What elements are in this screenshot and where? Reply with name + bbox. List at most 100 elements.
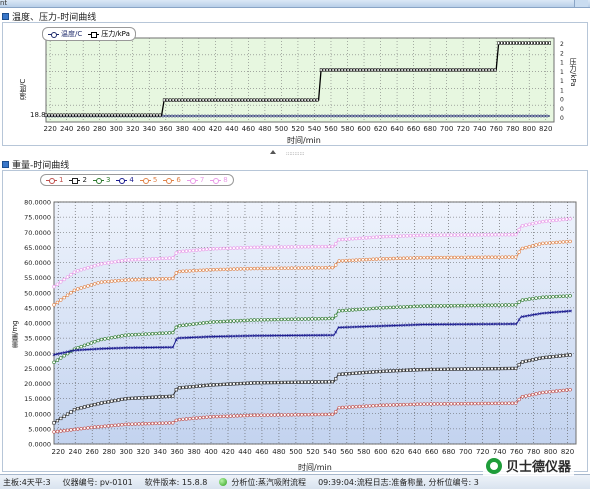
series-point-1 xyxy=(235,414,240,418)
series-point-1 xyxy=(296,413,301,417)
series-point-1 xyxy=(272,413,277,417)
series-point-5 xyxy=(150,277,155,281)
series-point-3 xyxy=(150,332,155,336)
series-point-3 xyxy=(415,304,419,309)
series-point-3 xyxy=(320,316,324,321)
series-point-5 xyxy=(541,241,545,246)
series-point-7 xyxy=(429,233,433,237)
series-point-5 xyxy=(130,278,134,282)
series-point-5 xyxy=(357,258,362,262)
series-point-7 xyxy=(520,224,525,228)
series-point-2 xyxy=(296,380,301,384)
watermark-text: 贝士德仪器 xyxy=(506,460,572,475)
series-point-2 xyxy=(161,395,165,399)
series-point-5 xyxy=(500,255,504,259)
series-point-7 xyxy=(154,257,158,261)
series-point-2 xyxy=(55,419,59,423)
legend-marker-icon xyxy=(92,177,104,184)
series-point-3 xyxy=(283,317,287,322)
bottom-chart-svg: 220 240 260 280 300 320 340 360 380 400 420 440 460 4… xyxy=(24,199,577,456)
series-point-5 xyxy=(208,268,212,272)
status-board: 主板:4天平:3 xyxy=(3,477,51,487)
bottom-legend: 1 2 3 4 5 6 7 8 xyxy=(40,174,234,186)
series-point-1 xyxy=(310,412,314,417)
series-point-3 xyxy=(442,304,447,308)
series-point-3 xyxy=(463,303,467,308)
series-point-3 xyxy=(381,306,386,310)
bottom-y-ticks: 80.0000 75.0000 70.0000 65.0000 60.0000 55.00… xyxy=(24,199,51,449)
series-point-7 xyxy=(89,265,94,269)
series-point-7 xyxy=(147,257,151,261)
series-point-5 xyxy=(174,271,178,275)
bottom-legend-item-2: 2 xyxy=(69,176,87,184)
series-point-3 xyxy=(564,294,569,298)
series-point-5 xyxy=(354,258,358,262)
series-point-1 xyxy=(388,403,392,407)
series-point-7 xyxy=(245,245,250,250)
series-point-5 xyxy=(201,268,206,272)
x-tick-label: 360 xyxy=(170,448,183,456)
series-point-5 xyxy=(527,245,532,249)
series-point-5 xyxy=(415,256,419,260)
y-tick-label: 65.0000 xyxy=(24,244,51,252)
series-point-7 xyxy=(490,233,494,237)
series-point-3 xyxy=(517,300,521,304)
series-point-1 xyxy=(242,413,246,418)
series-point-2 xyxy=(361,371,365,375)
series-point-3 xyxy=(534,296,538,300)
series-point-1 xyxy=(181,417,185,421)
series-point-5 xyxy=(469,255,474,260)
series-point-5 xyxy=(86,284,90,288)
y-tick-label: 60.0000 xyxy=(24,259,51,267)
series-point-5 xyxy=(534,243,538,247)
series-point-5 xyxy=(313,266,318,270)
series-point-7 xyxy=(446,233,450,237)
series-point-5 xyxy=(99,280,104,284)
series-point-2 xyxy=(266,381,270,385)
series-point-1 xyxy=(160,421,165,425)
series-point-2 xyxy=(459,367,464,371)
series-point-3 xyxy=(242,318,246,323)
series-point-3 xyxy=(225,319,229,323)
series-point-5 xyxy=(395,256,399,261)
series-point-2 xyxy=(290,380,294,384)
series-point-1 xyxy=(249,413,253,418)
series-point-2 xyxy=(429,367,433,372)
series-point-3 xyxy=(272,317,277,322)
series-point-2 xyxy=(402,368,406,373)
bottom-legend-item-7: 7 xyxy=(186,176,204,184)
series-point-2 xyxy=(483,367,487,371)
series-point-7 xyxy=(544,219,548,223)
series-point-5 xyxy=(89,283,94,287)
series-point-7 xyxy=(347,237,352,241)
series-point-1 xyxy=(466,401,470,406)
series-point-1 xyxy=(184,417,189,421)
series-point-5 xyxy=(439,255,443,260)
series-point-2 xyxy=(279,380,284,385)
series-point-3 xyxy=(245,318,250,322)
series-point-7 xyxy=(395,234,399,238)
series-point-3 xyxy=(337,309,341,313)
series-point-3 xyxy=(86,342,90,346)
series-point-1 xyxy=(442,402,447,406)
status-analysis: 分析位:蒸汽吸附流程 xyxy=(231,477,307,487)
y-tick-label: 25.0000 xyxy=(24,365,51,373)
legend-marker-icon xyxy=(210,177,222,184)
series-point-3 xyxy=(429,304,433,308)
series-point-2 xyxy=(554,354,559,358)
series-point-7 xyxy=(337,238,341,242)
series-point-1 xyxy=(269,413,273,417)
series-point-7 xyxy=(514,232,518,237)
series-point-2 xyxy=(239,381,243,386)
legend-marker-icon xyxy=(163,177,175,184)
series-point-1 xyxy=(564,388,569,392)
series-point-5 xyxy=(364,257,369,262)
series-point-2 xyxy=(391,369,396,373)
series-point-3 xyxy=(120,334,124,338)
series-point-3 xyxy=(418,304,423,308)
x-tick-label: 480 xyxy=(272,448,285,456)
series-point-1 xyxy=(554,389,559,393)
series-point-5 xyxy=(554,240,559,245)
series-point-3 xyxy=(330,316,335,321)
series-point-5 xyxy=(93,282,97,286)
